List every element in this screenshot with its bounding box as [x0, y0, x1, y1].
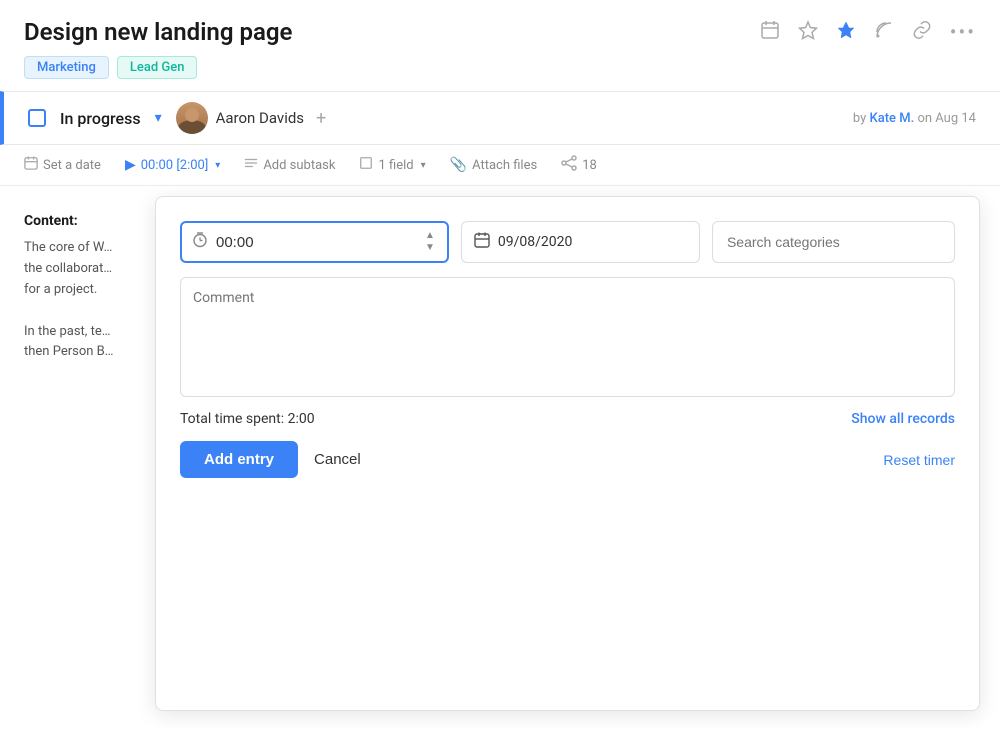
timer-label: 00:00 [2:00]: [141, 158, 209, 173]
attach-files-button[interactable]: 📎 Attach files: [450, 157, 538, 173]
status-label: In progress: [60, 109, 141, 128]
add-entry-button[interactable]: Add entry: [180, 441, 298, 478]
more-icon[interactable]: •••: [950, 20, 976, 44]
field-button[interactable]: 1 field ▾: [359, 156, 425, 174]
total-row: Total time spent: 2:00 Show all records: [180, 411, 955, 427]
header-icons: •••: [760, 20, 976, 45]
form-top-row: ▲ ▼ 09/08/2020: [180, 221, 955, 263]
assignee: Aaron Davids +: [176, 102, 327, 134]
by-label: by: [853, 111, 866, 126]
cancel-button[interactable]: Cancel: [314, 451, 361, 468]
add-subtask-button[interactable]: Add subtask: [244, 156, 335, 174]
content-label: Content:: [24, 210, 146, 232]
star-icon[interactable]: [798, 20, 818, 45]
assignee-name: Aaron Davids: [216, 109, 304, 127]
total-time-label: Total time spent: 2:00: [180, 411, 315, 427]
page-title: Design new landing page: [24, 18, 292, 46]
share-icon: [561, 155, 577, 175]
status-bar: In progress ▾ Aaron Davids + by Kate M. …: [0, 91, 1000, 145]
rss-icon[interactable]: [874, 20, 894, 45]
link-icon[interactable]: [912, 20, 932, 45]
play-icon: ▶: [125, 157, 136, 173]
set-date-label: Set a date: [43, 158, 101, 173]
date-label: on Aug 14: [917, 111, 976, 126]
search-categories-input[interactable]: [712, 221, 955, 263]
header: Design new landing page: [0, 0, 1000, 56]
set-date-button[interactable]: Set a date: [24, 156, 101, 174]
show-all-records-button[interactable]: Show all records: [851, 411, 955, 427]
subtask-icon: [244, 156, 258, 174]
field-icon: [359, 156, 373, 174]
attach-icon: 📎: [450, 157, 467, 173]
avatar: [176, 102, 208, 134]
timer-button[interactable]: ▶ 00:00 [2:00] ▾: [125, 157, 220, 173]
tag-leadgen[interactable]: Lead Gen: [117, 56, 198, 79]
field-label: 1 field: [378, 158, 413, 173]
tag-marketing[interactable]: Marketing: [24, 56, 109, 79]
content-text-panel: Content: The core of W…the collaborat…fo…: [0, 186, 170, 721]
time-input-field[interactable]: [216, 234, 415, 251]
author-name: Kate M.: [869, 111, 914, 126]
time-input-wrapper[interactable]: ▲ ▼: [180, 221, 449, 263]
timer-clock-icon: [192, 232, 208, 252]
time-decrement-button[interactable]: ▼: [423, 243, 437, 253]
status-dropdown-icon[interactable]: ▾: [155, 110, 162, 126]
status-meta: by Kate M. on Aug 14: [853, 111, 976, 126]
toolbar: Set a date ▶ 00:00 [2:00] ▾ Add subtask: [0, 145, 1000, 186]
date-value: 09/08/2020: [498, 234, 573, 250]
share-button[interactable]: 18: [561, 155, 597, 175]
time-increment-button[interactable]: ▲: [423, 231, 437, 241]
date-input-wrapper[interactable]: 09/08/2020: [461, 221, 700, 263]
calendar-date-icon: [474, 232, 490, 252]
time-stepper: ▲ ▼: [423, 231, 437, 253]
status-left: In progress ▾ Aaron Davids +: [28, 102, 326, 134]
pin-icon[interactable]: [836, 20, 856, 45]
tags-row: Marketing Lead Gen: [0, 56, 1000, 91]
field-dropdown-icon[interactable]: ▾: [421, 160, 426, 171]
content-paragraph-1: The core of W…the collaborat…for a proje…: [24, 238, 146, 300]
page-wrapper: Design new landing page: [0, 0, 1000, 729]
add-subtask-label: Add subtask: [263, 158, 335, 173]
content-paragraph-2: In the past, te…then Person B…: [24, 322, 146, 364]
calendar-icon[interactable]: [760, 20, 780, 45]
time-entry-modal: ▲ ▼ 09/08/2020: [155, 196, 980, 711]
add-assignee-button[interactable]: +: [316, 108, 326, 129]
reset-timer-button[interactable]: Reset timer: [883, 452, 955, 468]
timer-dropdown-icon[interactable]: ▾: [215, 160, 220, 171]
actions-row: Add entry Cancel Reset timer: [180, 441, 955, 478]
calendar-toolbar-icon: [24, 156, 38, 174]
content-area: Content: The core of W…the collaborat…fo…: [0, 186, 1000, 721]
comment-textarea[interactable]: [180, 277, 955, 397]
share-count: 18: [582, 158, 597, 173]
status-checkbox[interactable]: [28, 109, 46, 127]
attach-files-label: Attach files: [472, 158, 537, 173]
